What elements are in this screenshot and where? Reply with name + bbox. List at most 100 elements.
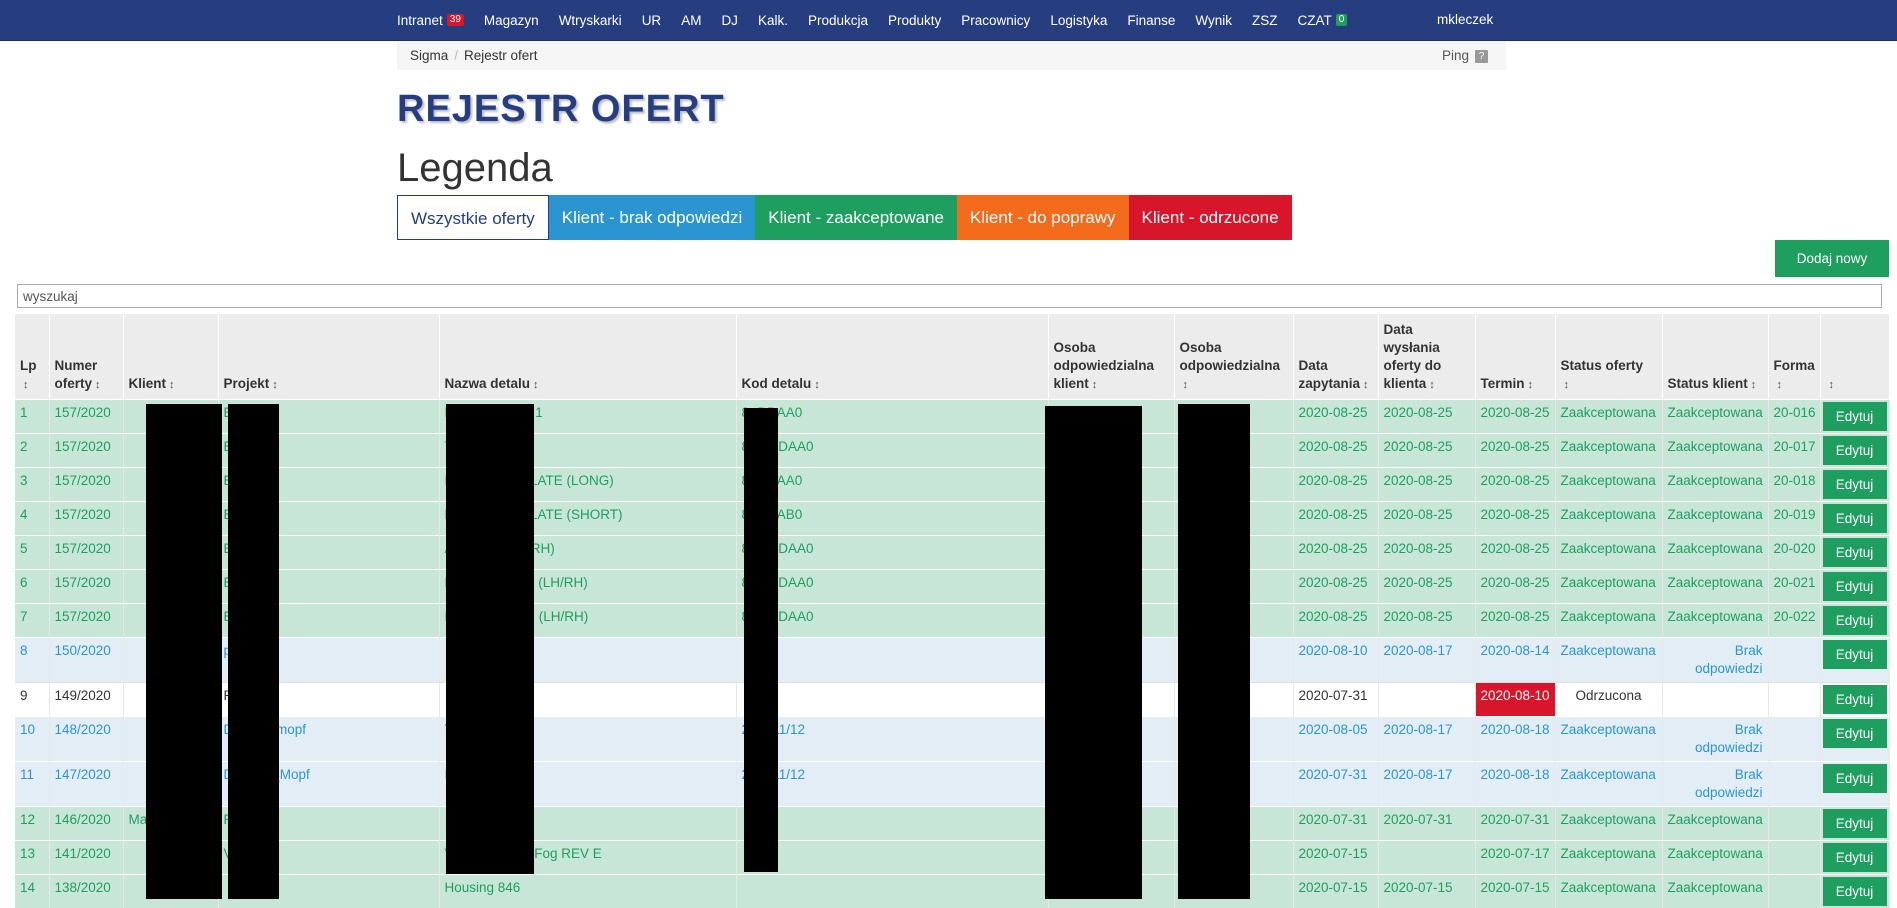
table-cell: 2020-08-18 <box>1475 715 1556 761</box>
search-input[interactable] <box>17 284 1882 308</box>
column-header[interactable]: Data zapytania ↕ <box>1293 314 1379 399</box>
column-header-label: Termin <box>1480 375 1525 391</box>
column-header[interactable]: Status klient ↕ <box>1662 314 1769 399</box>
column-header[interactable]: Forma ↕ <box>1768 314 1821 399</box>
edit-button[interactable]: Edytuj <box>1822 503 1887 533</box>
legend-no-response[interactable]: Klient - brak odpowiedzi <box>548 195 756 240</box>
edit-button[interactable]: Edytuj <box>1822 537 1887 567</box>
sort-icon[interactable]: ↕ <box>1528 376 1534 394</box>
nav-item-ur[interactable]: UR <box>642 13 662 28</box>
column-header[interactable]: Klient ↕ <box>123 314 219 399</box>
column-header-label: Forma <box>1773 357 1815 373</box>
table-cell: 14 <box>15 873 50 908</box>
nav-item-produkty[interactable]: Produkty <box>888 13 941 28</box>
edit-button[interactable]: Edytuj <box>1822 684 1887 714</box>
table-cell <box>1768 839 1821 874</box>
action-cell: Edytuj <box>1820 500 1890 535</box>
user-menu[interactable]: mkleczek <box>1437 0 1493 40</box>
add-new-button[interactable]: Dodaj nowy <box>1775 240 1889 277</box>
legend-accepted[interactable]: Klient - zaakceptowane <box>755 195 958 240</box>
sort-icon[interactable]: ↕ <box>1092 376 1098 394</box>
ping-link[interactable]: Ping ? <box>1442 42 1488 70</box>
table-cell: 2020-07-31 <box>1475 805 1556 840</box>
breadcrumb-home[interactable]: Sigma <box>410 48 448 63</box>
edit-button[interactable]: Edytuj <box>1822 876 1887 906</box>
table-cell: 20-022 <box>1768 602 1821 637</box>
table-cell: Zaakceptowana <box>1555 432 1663 467</box>
nav-item-czat[interactable]: CZAT 0 <box>1298 13 1348 28</box>
column-header[interactable]: Numer oferty ↕ <box>49 314 124 399</box>
action-cell: Edytuj <box>1820 839 1890 874</box>
redaction-block <box>744 408 778 872</box>
table-cell: 157/2020 <box>49 568 124 603</box>
nav-item-wtryskarki[interactable]: Wtryskarki <box>559 13 622 28</box>
sort-icon[interactable]: ↕ <box>1183 376 1189 394</box>
table-cell: 8 /6-DDAA0 <box>736 432 1049 467</box>
sort-icon[interactable]: ↕ <box>1429 376 1435 394</box>
table-cell: 20-018 <box>1768 466 1821 501</box>
nav-item-magazyn[interactable]: Magazyn <box>484 13 539 28</box>
nav-item-produkcja[interactable]: Produkcja <box>808 13 868 28</box>
sort-icon[interactable]: ↕ <box>95 376 101 394</box>
table-cell <box>736 636 1049 682</box>
sort-icon[interactable]: ↕ <box>1829 376 1835 394</box>
edit-button[interactable]: Edytuj <box>1822 639 1887 669</box>
nav-item-am[interactable]: AM <box>681 13 701 28</box>
nav-item-intranet[interactable]: Intranet 39 <box>397 13 464 28</box>
column-header[interactable]: Data wysłania oferty do klienta ↕ <box>1378 314 1476 399</box>
edit-button[interactable]: Edytuj <box>1822 435 1887 465</box>
table-cell: Zaakceptowana <box>1662 805 1769 840</box>
table-row: 2157/2020ET NO1(LH/RH)8 /6-DDAA0 a a2020… <box>15 432 1890 467</box>
table-cell: Zaakceptowana <box>1662 398 1769 433</box>
edit-button[interactable]: Edytuj <box>1822 571 1887 601</box>
legend-rejected[interactable]: Klient - odrzucone <box>1128 195 1292 240</box>
nav-item-label: Intranet <box>397 12 443 28</box>
column-header[interactable]: ↕ <box>1820 314 1890 399</box>
table-cell <box>736 873 1049 908</box>
column-header[interactable]: Kod detalu ↕ <box>736 314 1049 399</box>
sort-icon[interactable]: ↕ <box>272 376 278 394</box>
table-cell <box>1768 681 1821 716</box>
edit-button[interactable]: Edytuj <box>1822 808 1887 838</box>
sort-icon[interactable]: ↕ <box>1777 376 1783 394</box>
legend-to-correct[interactable]: Klient - do poprawy <box>957 195 1129 240</box>
nav-item-dj[interactable]: DJ <box>721 13 738 28</box>
edit-button[interactable]: Edytuj <box>1822 718 1887 748</box>
nav-item-wynik[interactable]: Wynik <box>1195 13 1232 28</box>
sort-icon[interactable]: ↕ <box>814 376 820 394</box>
sort-icon[interactable]: ↕ <box>533 376 539 394</box>
column-header[interactable]: Projekt ↕ <box>218 314 440 399</box>
table-cell: Zaakceptowana <box>1555 466 1663 501</box>
table-cell: 148/2020 <box>49 715 124 761</box>
table-cell: Zaakceptowana <box>1555 760 1663 806</box>
column-header[interactable]: Status oferty ↕ <box>1555 314 1663 399</box>
nav-item-pracownicy[interactable]: Pracownicy <box>961 13 1030 28</box>
nav-item-logistyka[interactable]: Logistyka <box>1050 13 1107 28</box>
sort-icon[interactable]: ↕ <box>1751 376 1757 394</box>
edit-button[interactable]: Edytuj <box>1822 605 1887 635</box>
column-header[interactable]: Termin ↕ <box>1475 314 1556 399</box>
column-header[interactable]: Osoba odpowiedzialna ↕ <box>1174 314 1294 399</box>
edit-button[interactable]: Edytuj <box>1822 763 1887 793</box>
table-cell: 2020-07-15 <box>1475 873 1556 908</box>
nav-item-zsz[interactable]: ZSZ <box>1252 13 1278 28</box>
column-header[interactable]: Osoba odpowiedzialna klient ↕ <box>1048 314 1175 399</box>
edit-button[interactable]: Edytuj <box>1822 842 1887 872</box>
table-cell: 2020-08-25 <box>1378 534 1476 569</box>
table-cell <box>736 681 1049 716</box>
nav-item-finanse[interactable]: Finanse <box>1127 13 1175 28</box>
ping-label: Ping <box>1441 48 1469 63</box>
table-cell: 8 /4-DDAA0 <box>736 534 1049 569</box>
sort-icon[interactable]: ↕ <box>169 376 175 394</box>
table-cell: 157/2020 <box>49 500 124 535</box>
edit-button[interactable]: Edytuj <box>1822 401 1887 431</box>
table-cell: Zaakceptowana <box>1662 432 1769 467</box>
edit-button[interactable]: Edytuj <box>1822 469 1887 499</box>
sort-icon[interactable]: ↕ <box>1564 376 1570 394</box>
nav-item-kalk[interactable]: Kalk. <box>758 13 788 28</box>
column-header[interactable]: Nazwa detalu ↕ <box>439 314 737 399</box>
sort-icon[interactable]: ↕ <box>23 376 29 394</box>
sort-icon[interactable]: ↕ <box>1363 376 1369 394</box>
legend-all-offers[interactable]: Wszystkie oferty <box>397 195 549 240</box>
column-header[interactable]: Lp ↕ <box>15 314 50 399</box>
